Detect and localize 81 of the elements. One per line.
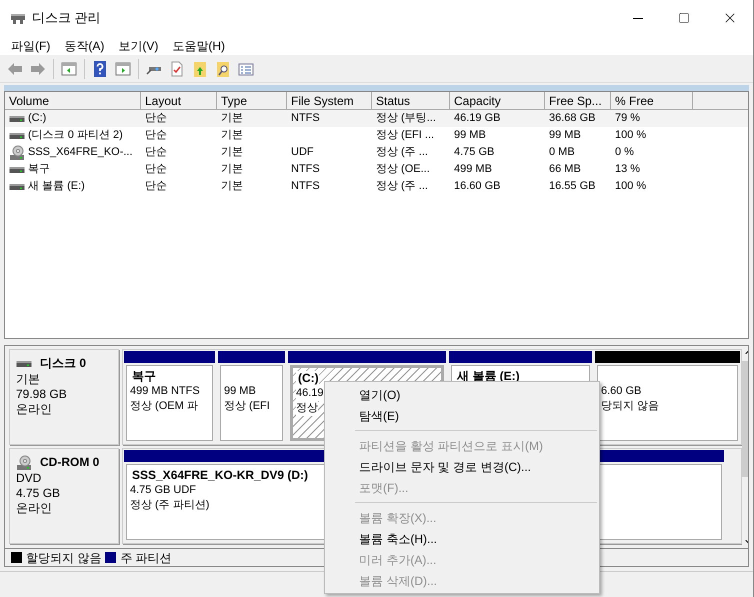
disk-size: 79.98 GB xyxy=(16,387,68,402)
window-title: 디스크 관리 xyxy=(32,9,101,28)
table-cell-text: 66 MB xyxy=(549,162,581,178)
volume-row[interactable]: 새 볼륨 (E:) 단순 기본 NTFS 정상 (주 ... 16.60 GB 16.55 GB 100 % xyxy=(5,178,748,195)
partition-header-bar xyxy=(218,351,285,363)
volume-row[interactable]: 복구 단순 기본 NTFS 정상 (OE... 499 MB 66 MB 13 % xyxy=(5,161,748,178)
table-cell-text: 16.60 GB xyxy=(454,179,500,194)
table-cell-text: 정상 (부팅... xyxy=(376,111,436,126)
table-cell-text: (디스크 0 파티션 2) xyxy=(28,128,123,144)
volume-row[interactable]: (C:) 단순 기본 NTFS 정상 (부팅... 46.19 GB 36.68 GB 79 % xyxy=(5,110,748,127)
disk-label-panel[interactable]: 디스크 0 기본 79.98 GB 온라인 xyxy=(9,349,119,445)
volume-row[interactable]: SSS_X64FRE_KO-... 단순 기본 UDF 정상 (주 ... 4.75 GB 0 MB 0 % xyxy=(5,144,748,161)
table-cell-text: 정상 (EFI ... xyxy=(376,128,434,144)
table-cell-text: 13 % xyxy=(615,162,640,178)
table-cell-text: 정상 (주 ... xyxy=(376,145,428,160)
table-cell-text: 복구 xyxy=(28,162,50,178)
legend-label: 주 파티션 xyxy=(120,550,172,566)
drive-icon xyxy=(9,182,25,190)
partition-size: 46.19 xyxy=(296,386,324,401)
cd-drive-icon xyxy=(9,144,25,160)
table-cell-text: 499 MB xyxy=(454,162,492,178)
partition-status: 당되지 않음 xyxy=(601,399,660,414)
maximize-icon xyxy=(678,12,690,24)
disk-status: 온라인 xyxy=(16,501,53,516)
menu-item[interactable]: 도움말(H) xyxy=(165,36,232,54)
table-cell-text: 기본 xyxy=(221,128,243,144)
disk-type: 기본 xyxy=(16,372,41,387)
table-cell-text: 단순 xyxy=(145,179,167,194)
table-cell-text: 100 % xyxy=(615,128,646,144)
drive-icon xyxy=(9,132,25,140)
menu-item[interactable]: 드라이브 문자 및 경로 변경(C)... xyxy=(325,456,599,477)
table-cell-text: 기본 xyxy=(221,179,243,194)
table-cell-text: 정상 (주 ... xyxy=(376,179,428,194)
table-cell-text: NTFS xyxy=(291,179,320,194)
disk-name: CD-ROM 0 xyxy=(40,455,100,470)
table-cell-text: UDF xyxy=(291,145,314,160)
table-cell-text: 단순 xyxy=(145,111,167,126)
table-cell-text: 정상 (OE... xyxy=(376,162,430,178)
table-cell-text: NTFS xyxy=(291,162,320,178)
menu-item[interactable]: 파일(F) xyxy=(4,36,58,54)
table-cell-text: 기본 xyxy=(221,162,243,178)
table-cell-text: 4.75 GB xyxy=(454,145,494,160)
menu-item[interactable]: 보기(V) xyxy=(111,36,166,54)
table-cell-text: (C:) xyxy=(28,111,46,126)
table-cell-text: 79 % xyxy=(615,111,640,126)
legend-label: 할당되지 않음 xyxy=(26,550,102,566)
table-cell-text: 0 % xyxy=(615,145,634,160)
partition-status: 정상 (EFI xyxy=(224,399,270,414)
table-cell-text: 단순 xyxy=(145,145,167,160)
table-cell-text: 기본 xyxy=(221,111,243,126)
menu-item[interactable]: 볼륨 축소(H)... xyxy=(325,528,599,549)
table-cell-text: 기본 xyxy=(221,145,243,160)
table-cell-text: 36.68 GB xyxy=(549,111,596,126)
table-cell-text: 46.19 GB xyxy=(454,111,500,126)
drive-icon xyxy=(9,166,25,174)
table-cell-text: 새 볼륨 (E:) xyxy=(28,179,85,194)
partition-title: (C:) xyxy=(296,371,319,386)
table-cell-text: NTFS xyxy=(291,111,320,126)
disk-label-panel[interactable]: CD-ROM 0 DVD 4.75 GB 온라인 xyxy=(9,448,119,544)
table-cell-text: 단순 xyxy=(145,162,167,178)
table-cell-text: SSS_X64FRE_KO-... xyxy=(28,145,133,160)
partition-title: SSS_X64FRE_KO-KR_DV9 (D:) xyxy=(130,468,308,483)
volume-row[interactable]: (디스크 0 파티션 2) 단순 기본 정상 (EFI ... 99 MB 99 MB 100 % xyxy=(5,127,748,144)
partition-title: 복구 xyxy=(130,369,156,384)
table-cell-text: 99 MB xyxy=(454,128,486,144)
table-cell-text: 단순 xyxy=(145,128,167,144)
table-cell-text: 0 MB xyxy=(549,145,575,160)
partition-status: 정상 (OEM 파 xyxy=(130,399,198,414)
partition-status: 정상 (주 파티션) xyxy=(130,498,210,513)
cd-drive-icon xyxy=(16,454,32,470)
partition-status: 정상 xyxy=(296,401,318,416)
disk-size: 4.75 GB xyxy=(16,486,62,501)
drive-icon xyxy=(16,360,32,368)
disk-type: DVD xyxy=(16,471,42,486)
disk-name: 디스크 0 xyxy=(40,356,86,371)
table-cell-text: 16.55 GB xyxy=(549,179,596,194)
table-cell-text: 100 % xyxy=(615,179,646,194)
menu-item[interactable]: 동작(A) xyxy=(57,36,112,54)
disk-status: 온라인 xyxy=(16,402,53,417)
drive-icon xyxy=(9,114,25,122)
table-cell-text: 99 MB xyxy=(549,128,581,144)
